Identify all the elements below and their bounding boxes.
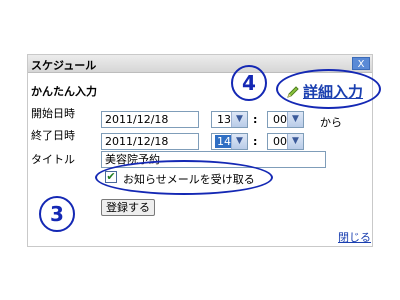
notify-option-highlight [95,160,273,195]
from-label: から [320,116,342,129]
marker-3: 3 [39,196,75,232]
time-colon: : [253,113,258,126]
start-datetime-label: 開始日時 [31,107,75,120]
dialog-title: スケジュール [31,59,97,72]
chevron-down-icon[interactable]: ▼ [231,134,247,149]
start-date-input[interactable]: 2011/12/18 [101,111,199,128]
register-button[interactable]: 登録する [101,199,155,216]
end-minute-select[interactable]: 00 ▼ [267,133,304,150]
close-icon[interactable]: X [352,57,370,70]
start-minute-select[interactable]: 00 ▼ [267,111,304,128]
end-date-input[interactable]: 2011/12/18 [101,133,199,150]
chevron-down-icon[interactable]: ▼ [231,112,247,127]
marker-4: 4 [231,65,267,101]
close-link[interactable]: 閉じる [338,229,371,245]
time-colon: : [253,135,258,148]
detail-input-highlight [276,69,381,109]
end-datetime-label: 終了日時 [31,129,75,142]
chevron-down-icon[interactable]: ▼ [287,134,303,149]
quick-input-label: かんたん入力 [31,85,97,98]
start-hour-select[interactable]: 13 ▼ [211,111,248,128]
end-hour-select[interactable]: 14 ▼ [211,133,248,150]
title-label: タイトル [31,153,75,166]
chevron-down-icon[interactable]: ▼ [287,112,303,127]
